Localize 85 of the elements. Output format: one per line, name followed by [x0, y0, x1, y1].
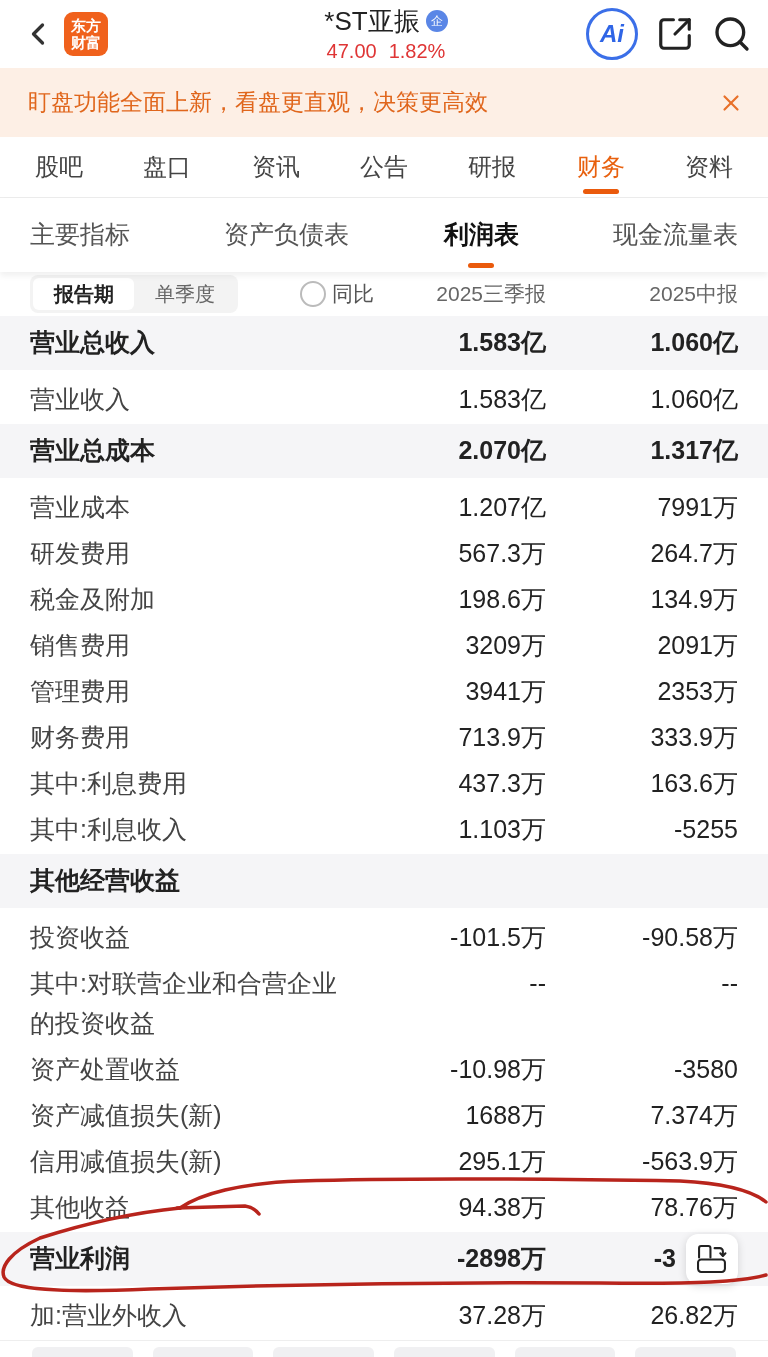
tab[interactable]: 资讯 [221, 137, 330, 197]
tab[interactable]: 研报 [438, 137, 547, 197]
table-cell: -- [721, 969, 738, 997]
table-cell: 567.3万 [458, 539, 546, 567]
sub-tab[interactable]: 主要指标 [30, 198, 130, 272]
table-cell: 1.317亿 [650, 436, 738, 465]
table-cell: -5255 [674, 815, 738, 843]
table-cell: 2.070亿 [458, 436, 546, 465]
sub-tab[interactable]: 现金流量表 [613, 198, 738, 272]
row-label: 税金及附加 [30, 584, 156, 615]
row-label: 管理费用 [30, 676, 131, 707]
column-header: 2025三季报 [436, 282, 546, 306]
tab[interactable]: 股吧 [5, 137, 114, 197]
period-option[interactable]: 单季度 [134, 278, 235, 310]
column-header: 2025中报 [649, 282, 738, 306]
table-cell: 264.7万 [650, 539, 738, 567]
table-cell: 2353万 [657, 677, 738, 705]
stock-price: 47.00 [326, 39, 377, 64]
section-title: 营业利润 [30, 1243, 131, 1275]
section-title: 营业总成本 [30, 435, 156, 467]
section-title: 营业总收入 [30, 327, 156, 359]
tab[interactable]: 公告 [329, 137, 439, 197]
table-cell: 37.28万 [458, 1301, 546, 1329]
table-cell: 1.207亿 [458, 493, 546, 521]
tab[interactable]: 资料 [654, 137, 763, 197]
table-cell: 333.9万 [650, 723, 738, 751]
table-cell: 437.3万 [458, 769, 546, 797]
yoy-label: 同比 [332, 281, 374, 308]
table-cell: 1.103万 [458, 815, 546, 843]
table-cell: -2898万 [457, 1244, 546, 1273]
period-option[interactable]: 报告期 [33, 278, 134, 310]
tab-indicator [468, 263, 495, 268]
app-logo: 东方财富 [64, 12, 108, 56]
table-cell: 3941万 [465, 677, 546, 705]
row-label: 资产减值损失(新) [30, 1100, 223, 1131]
radio-button[interactable] [300, 281, 326, 307]
sub-tab[interactable]: 资产负债表 [224, 198, 350, 272]
table-cell: 1.060亿 [650, 385, 738, 413]
share-icon[interactable] [656, 15, 694, 53]
sub-tab[interactable]: 利润表 [443, 198, 519, 272]
table-cell: 1.060亿 [650, 328, 738, 357]
tab[interactable]: 盘口 [113, 137, 222, 197]
row-label: 投资收益 [30, 922, 131, 953]
table-cell: 2091万 [657, 631, 738, 659]
price-change: 1.82% [388, 39, 446, 64]
table-cell: 26.82万 [650, 1301, 738, 1329]
row-label: 资产处置收益 [30, 1054, 181, 1085]
table-cell-text: -3 [653, 1243, 676, 1275]
table-cell: -3580 [674, 1055, 738, 1083]
table-cell: 1.583亿 [458, 385, 546, 413]
table-cell: 295.1万 [458, 1147, 546, 1175]
table-cell: 7.374万 [650, 1101, 738, 1129]
row-label: 其中:利息费用 [30, 768, 188, 799]
row-label: 销售费用 [30, 630, 131, 661]
table-cell: 713.9万 [458, 723, 546, 751]
table-cell: 1.583亿 [458, 328, 546, 357]
ai-button[interactable]: Ai [586, 8, 638, 60]
tab-indicator [582, 189, 619, 194]
stock-title: *ST亚振 [324, 6, 420, 36]
search-icon[interactable] [712, 14, 752, 54]
row-label: 财务费用 [30, 722, 131, 753]
table-cell: 1688万 [465, 1101, 546, 1129]
row-label: 研发费用 [30, 538, 131, 569]
row-label: 信用减值损失(新) [30, 1146, 223, 1177]
row-label: 其中:对联营企业和合营企业的投资收益 [30, 968, 338, 1039]
row-label: 其中:利息收入 [30, 814, 188, 845]
section-title: 其他经营收益 [30, 865, 181, 897]
row-label: 营业收入 [30, 384, 131, 415]
table-cell: -10.98万 [450, 1055, 546, 1083]
rotate-screen-button[interactable] [686, 1234, 738, 1284]
enterprise-badge: 企 [425, 10, 448, 32]
table-cell: 163.6万 [650, 769, 738, 797]
table-cell: 198.6万 [458, 585, 546, 613]
rotate-screen-icon [697, 1245, 727, 1273]
table-cell: 78.76万 [650, 1193, 738, 1221]
table-cell: -563.9万 [642, 1147, 738, 1175]
row-label: 营业成本 [30, 492, 131, 523]
table-cell: -- [529, 969, 546, 997]
row-label: 加:营业外收入 [30, 1300, 188, 1331]
table-cell: -101.5万 [450, 923, 546, 951]
table-cell: 134.9万 [650, 585, 738, 613]
table-cell: 7991万 [657, 493, 738, 521]
table-cell: 3209万 [465, 631, 546, 659]
table-cell: 94.38万 [458, 1193, 546, 1221]
table-cell: -90.58万 [642, 923, 738, 951]
